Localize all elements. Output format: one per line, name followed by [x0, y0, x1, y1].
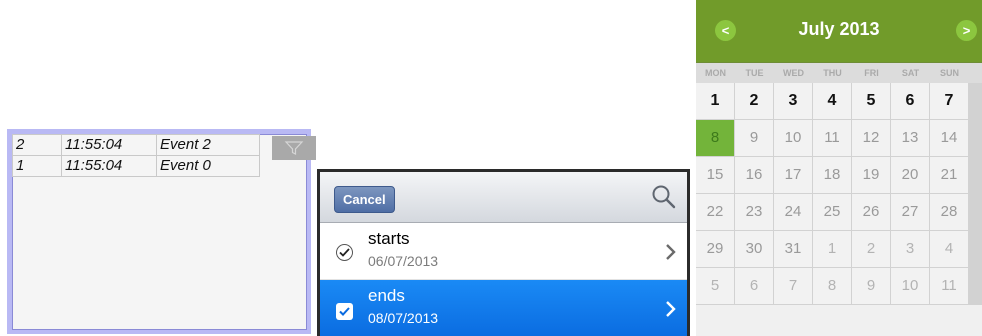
table-row[interactable]: 1 11:55:04 Event 0	[12, 155, 260, 177]
chevron-right-icon	[666, 244, 676, 260]
toolbar: Cancel	[320, 172, 687, 223]
calendar-day[interactable]: 15	[696, 157, 734, 193]
calendar-week: 5 6 7 8 9 10 11	[696, 268, 982, 305]
calendar-day[interactable]: 25	[813, 194, 851, 230]
month-title: July 2013	[798, 19, 880, 39]
event-log-table-area: 2 11:55:04 Event 2 1 11:55:04 Event 0	[12, 134, 316, 330]
calendar-day[interactable]: 31	[774, 231, 812, 267]
calendar-grid: 1 2 3 4 5 6 7 8 9 10 11 12 13 14 15 16 17 18 19 20 21 22 23 24 2…	[696, 83, 982, 305]
weekday-label: SAT	[901, 68, 920, 78]
row-time-cell: 11:55:04	[61, 155, 157, 177]
next-month-button[interactable]: >	[956, 20, 977, 41]
list-item-subtitle: 06/07/2013	[368, 253, 439, 269]
row-id-cell: 1	[12, 155, 62, 177]
row-event-cell: Event 0	[156, 155, 260, 177]
calendar-day[interactable]: 1	[696, 83, 734, 119]
calendar-day[interactable]: 26	[852, 194, 890, 230]
event-log-panel: 2 11:55:04 Event 2 1 11:55:04 Event 0	[7, 129, 316, 334]
chevron-right-icon	[666, 301, 676, 317]
list-item-title: ends	[368, 286, 405, 305]
calendar-day[interactable]: 11	[813, 120, 851, 156]
calendar-day[interactable]: 22	[696, 194, 734, 230]
calendar-day[interactable]: 18	[813, 157, 851, 193]
event-log-table: 2 11:55:04 Event 2 1 11:55:04 Event 0	[12, 134, 260, 177]
row-event-cell: Event 2	[156, 134, 260, 156]
calendar-day[interactable]: 7	[774, 268, 812, 304]
calendar-week: 15 16 17 18 19 20 21	[696, 157, 982, 194]
calendar-day[interactable]: 11	[930, 268, 968, 304]
weekday-label: WED	[783, 68, 804, 78]
row-id-cell: 2	[12, 134, 62, 156]
calendar-day[interactable]: 6	[891, 83, 929, 119]
calendar-day[interactable]: 8	[813, 268, 851, 304]
calendar-day[interactable]: 24	[774, 194, 812, 230]
list-item-title: starts	[368, 229, 410, 248]
weekday-label: SUN	[939, 68, 959, 78]
calendar-day[interactable]: 3	[774, 83, 812, 119]
calendar-header: < July 2013 >	[696, 0, 982, 62]
calendar-day[interactable]: 9	[735, 120, 773, 156]
calendar-day[interactable]: 7	[930, 83, 968, 119]
calendar-day[interactable]: 2	[735, 83, 773, 119]
checkmark-icon[interactable]	[336, 303, 353, 320]
weekday-label: THU	[823, 68, 842, 78]
calendar-week: 1234567	[696, 83, 982, 120]
calendar-day[interactable]: 13	[891, 120, 929, 156]
calendar-day[interactable]: 28	[930, 194, 968, 230]
calendar-day[interactable]: 23	[735, 194, 773, 230]
calendar-day[interactable]: 14	[930, 120, 968, 156]
calendar-week: 29 30 31 1 2 3 4	[696, 231, 982, 268]
date-picker-list: Cancel starts 06/07/2013 ends 08/07/2013	[317, 169, 690, 336]
weekday-header: MON TUE WED THU FRI SAT SUN	[696, 62, 982, 83]
list-item-starts[interactable]: starts 06/07/2013	[320, 223, 687, 280]
calendar-week: 22 23 24 25 26 27 28	[696, 194, 982, 231]
calendar-day[interactable]: 12	[852, 120, 890, 156]
calendar-day[interactable]: 9	[852, 268, 890, 304]
calendar-day[interactable]: 20	[891, 157, 929, 193]
cancel-button[interactable]: Cancel	[334, 186, 395, 213]
filter-button[interactable]	[272, 136, 316, 160]
weekday-label: TUE	[745, 68, 764, 78]
calendar-day[interactable]: 21	[930, 157, 968, 193]
checkmark-icon[interactable]	[336, 244, 353, 261]
calendar-week: 8 9 10 11 12 13 14	[696, 120, 982, 157]
calendar-day[interactable]: 10	[774, 120, 812, 156]
list-item-ends[interactable]: ends 08/07/2013	[320, 280, 687, 336]
calendar-day[interactable]: 4	[930, 231, 968, 267]
table-row[interactable]: 2 11:55:04 Event 2	[12, 134, 260, 156]
calendar-day[interactable]: 29	[696, 231, 734, 267]
calendar-day[interactable]: 19	[852, 157, 890, 193]
calendar-day[interactable]: 30	[735, 231, 773, 267]
calendar-day[interactable]: 16	[735, 157, 773, 193]
calendar: < July 2013 > MON TUE WED THU FRI SAT SU…	[696, 0, 982, 336]
weekday-label: MON	[705, 68, 726, 78]
calendar-day[interactable]: 17	[774, 157, 812, 193]
calendar-day[interactable]: 8	[696, 120, 734, 156]
weekday-label: FRI	[864, 68, 879, 78]
calendar-day[interactable]: 5	[696, 268, 734, 304]
list-item-subtitle: 08/07/2013	[368, 310, 439, 326]
calendar-day[interactable]: 10	[891, 268, 929, 304]
row-time-cell: 11:55:04	[61, 134, 157, 156]
calendar-day[interactable]: 1	[813, 231, 851, 267]
calendar-day[interactable]: 3	[891, 231, 929, 267]
search-icon[interactable]	[651, 184, 677, 210]
calendar-day[interactable]: 4	[813, 83, 851, 119]
calendar-day[interactable]: 2	[852, 231, 890, 267]
calendar-day[interactable]: 27	[891, 194, 929, 230]
filter-icon	[284, 141, 304, 155]
calendar-day[interactable]: 5	[852, 83, 890, 119]
calendar-day[interactable]: 6	[735, 268, 773, 304]
